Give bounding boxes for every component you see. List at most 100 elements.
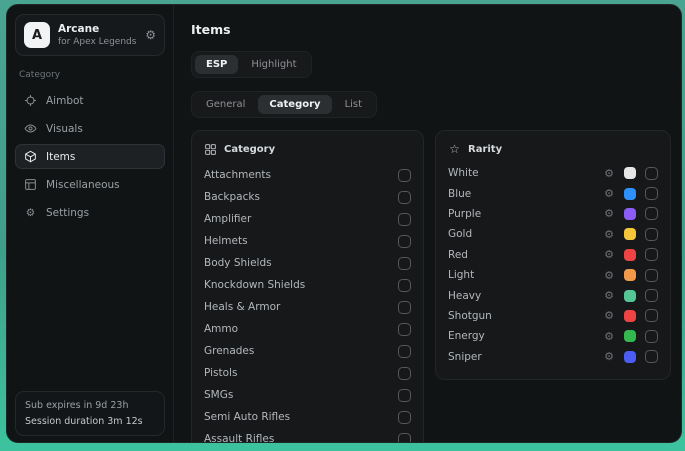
category-row[interactable]: Body Shields bbox=[204, 252, 411, 274]
category-row[interactable]: Helmets bbox=[204, 230, 411, 252]
checkbox[interactable] bbox=[645, 330, 658, 343]
gear-icon[interactable]: ⚙ bbox=[604, 290, 614, 301]
toggle-highlight[interactable]: Highlight bbox=[240, 55, 307, 74]
gear-icon[interactable]: ⚙ bbox=[604, 188, 614, 199]
rarity-row-label: Blue bbox=[448, 188, 604, 200]
toggle-esp[interactable]: ESP bbox=[195, 55, 238, 74]
checkbox[interactable] bbox=[398, 191, 411, 204]
color-swatch[interactable] bbox=[624, 330, 636, 342]
category-row-label: Helmets bbox=[204, 235, 398, 247]
checkbox[interactable] bbox=[398, 169, 411, 182]
category-row[interactable]: Heals & Armor bbox=[204, 296, 411, 318]
checkbox[interactable] bbox=[645, 269, 658, 282]
tab-category[interactable]: Category bbox=[258, 95, 331, 114]
sidebar-item-label: Aimbot bbox=[46, 95, 84, 107]
category-row[interactable]: Knockdown Shields bbox=[204, 274, 411, 296]
checkbox[interactable] bbox=[398, 411, 411, 424]
category-row[interactable]: SMGs bbox=[204, 384, 411, 406]
rarity-row-label: Purple bbox=[448, 208, 604, 220]
gear-icon[interactable]: ⚙ bbox=[604, 208, 614, 219]
rarity-row[interactable]: Shotgun⚙ bbox=[448, 306, 658, 326]
rarity-row[interactable]: Light⚙ bbox=[448, 265, 658, 285]
checkbox[interactable] bbox=[645, 187, 658, 200]
tab-general[interactable]: General bbox=[195, 95, 256, 114]
color-swatch[interactable] bbox=[624, 228, 636, 240]
checkbox[interactable] bbox=[398, 279, 411, 292]
category-row[interactable]: Backpacks bbox=[204, 186, 411, 208]
rarity-row[interactable]: Blue⚙ bbox=[448, 183, 658, 203]
rarity-panel: ☆ Rarity White⚙Blue⚙Purple⚙Gold⚙Red⚙Ligh… bbox=[435, 130, 671, 380]
checkbox[interactable] bbox=[645, 289, 658, 302]
gear-icon[interactable]: ⚙ bbox=[604, 168, 614, 179]
category-row[interactable]: Amplifier bbox=[204, 208, 411, 230]
rarity-row-label: Light bbox=[448, 269, 604, 281]
checkbox[interactable] bbox=[645, 309, 658, 322]
color-swatch[interactable] bbox=[624, 249, 636, 261]
color-swatch[interactable] bbox=[624, 188, 636, 200]
checkbox[interactable] bbox=[398, 257, 411, 270]
category-row[interactable]: Ammo bbox=[204, 318, 411, 340]
sub-expiry-text: Sub expires in 9d 23h bbox=[25, 400, 155, 411]
checkbox[interactable] bbox=[645, 248, 658, 261]
checkbox[interactable] bbox=[645, 167, 658, 180]
checkbox[interactable] bbox=[645, 228, 658, 241]
sidebar-nav: Aimbot Visuals Items Miscellaneous ⚙Settings bbox=[15, 88, 165, 225]
rarity-row-label: Gold bbox=[448, 228, 604, 240]
checkbox[interactable] bbox=[398, 301, 411, 314]
gear-icon[interactable]: ⚙ bbox=[604, 229, 614, 240]
checkbox[interactable] bbox=[398, 323, 411, 336]
checkbox[interactable] bbox=[398, 235, 411, 248]
category-row[interactable]: Semi Auto Rifles bbox=[204, 406, 411, 428]
checkbox[interactable] bbox=[398, 213, 411, 226]
rarity-row-label: Energy bbox=[448, 330, 604, 342]
arcane-window: A Arcane for Apex Legends ⚙ Category Aim… bbox=[6, 4, 682, 443]
color-swatch[interactable] bbox=[624, 310, 636, 322]
gear-icon[interactable]: ⚙ bbox=[604, 351, 614, 362]
checkbox[interactable] bbox=[645, 350, 658, 363]
sidebar-item-items[interactable]: Items bbox=[15, 144, 165, 169]
sidebar-item-aimbot[interactable]: Aimbot bbox=[15, 88, 165, 113]
color-swatch[interactable] bbox=[624, 208, 636, 220]
rarity-row-label: Red bbox=[448, 249, 604, 261]
category-row[interactable]: Grenades bbox=[204, 340, 411, 362]
category-row[interactable]: Attachments bbox=[204, 164, 411, 186]
gear-icon[interactable]: ⚙ bbox=[604, 310, 614, 321]
category-row-label: Assault Rifles bbox=[204, 433, 398, 443]
sidebar-item-miscellaneous[interactable]: Miscellaneous bbox=[15, 172, 165, 197]
gear-icon[interactable]: ⚙ bbox=[604, 270, 614, 281]
rarity-row[interactable]: Heavy⚙ bbox=[448, 285, 658, 305]
rarity-row-label: Shotgun bbox=[448, 310, 604, 322]
rarity-row[interactable]: Purple⚙ bbox=[448, 204, 658, 224]
checkbox[interactable] bbox=[398, 389, 411, 402]
gear-icon[interactable]: ⚙ bbox=[604, 249, 614, 260]
category-row-label: Backpacks bbox=[204, 191, 398, 203]
color-swatch[interactable] bbox=[624, 269, 636, 281]
category-row[interactable]: Pistols bbox=[204, 362, 411, 384]
checkbox[interactable] bbox=[398, 433, 411, 444]
sidebar-item-settings[interactable]: ⚙Settings bbox=[15, 200, 165, 225]
crosshair-icon bbox=[24, 94, 37, 107]
checkbox[interactable] bbox=[645, 207, 658, 220]
category-row[interactable]: Assault Rifles bbox=[204, 428, 411, 443]
rarity-row[interactable]: Sniper⚙ bbox=[448, 347, 658, 367]
category-row-label: Heals & Armor bbox=[204, 301, 398, 313]
rarity-row[interactable]: Red⚙ bbox=[448, 245, 658, 265]
checkbox[interactable] bbox=[398, 345, 411, 358]
checkbox[interactable] bbox=[398, 367, 411, 380]
sidebar-item-visuals[interactable]: Visuals bbox=[15, 116, 165, 141]
esp-highlight-toggle-group: ESPHighlight bbox=[191, 51, 312, 78]
rarity-row[interactable]: White⚙ bbox=[448, 163, 658, 183]
color-swatch[interactable] bbox=[624, 167, 636, 179]
gear-icon[interactable]: ⚙ bbox=[604, 331, 614, 342]
tab-list[interactable]: List bbox=[334, 95, 373, 114]
gear-icon: ⚙ bbox=[24, 207, 37, 219]
color-swatch[interactable] bbox=[624, 351, 636, 363]
rarity-list: White⚙Blue⚙Purple⚙Gold⚙Red⚙Light⚙Heavy⚙S… bbox=[448, 163, 658, 367]
gear-icon[interactable]: ⚙ bbox=[145, 28, 156, 42]
rarity-row[interactable]: Energy⚙ bbox=[448, 326, 658, 346]
rarity-row-label: Heavy bbox=[448, 290, 604, 302]
sidebar-item-label: Items bbox=[46, 151, 75, 163]
color-swatch[interactable] bbox=[624, 290, 636, 302]
category-panel: Category AttachmentsBackpacksAmplifierHe… bbox=[191, 130, 424, 443]
rarity-row[interactable]: Gold⚙ bbox=[448, 224, 658, 244]
